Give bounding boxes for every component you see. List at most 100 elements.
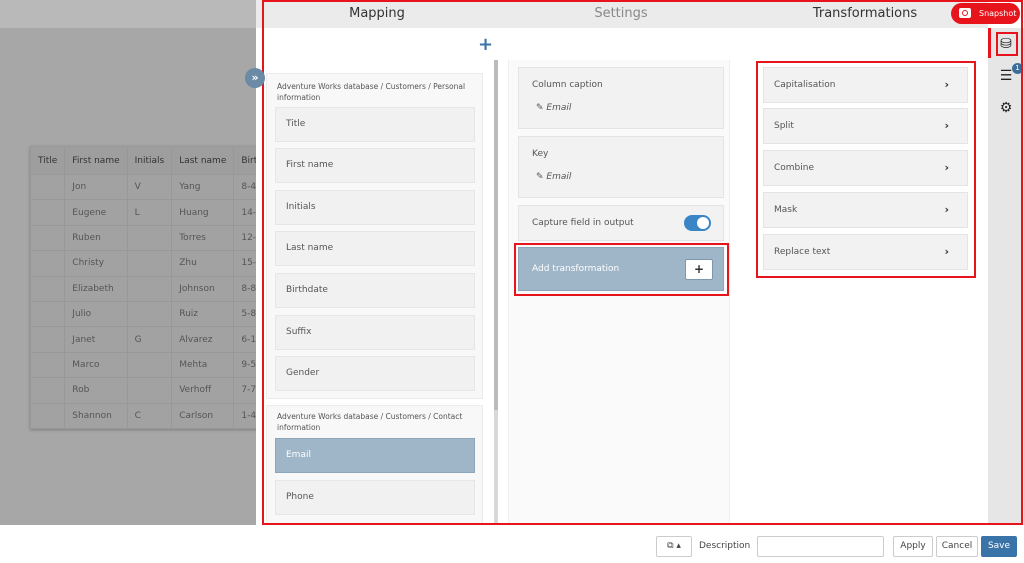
table-row[interactable]: Christy Zhu 15-2-: [29, 250, 277, 277]
column-header: First name: [64, 146, 128, 175]
add-transformation-card[interactable]: Add transformation +: [518, 247, 724, 291]
caption-text: Email: [546, 103, 572, 113]
transformation-item[interactable]: Replace text ›: [763, 234, 968, 270]
chevron-right-icon: ›: [944, 78, 949, 91]
copy-dropdown-button[interactable]: ⧉ ▴: [656, 536, 692, 557]
table-cell: [126, 224, 173, 252]
transformation-label: Split: [774, 121, 794, 131]
chevron-right-icon: ›: [944, 245, 949, 258]
key-card[interactable]: Key ✎ Email: [518, 136, 724, 198]
table-cell: Janet: [64, 326, 128, 353]
table-cell: Christy: [64, 250, 128, 277]
table-cell: [126, 300, 173, 328]
table-cell: L: [126, 199, 173, 226]
table-row[interactable]: Julio Ruiz 5-8-6: [29, 300, 277, 328]
cancel-button[interactable]: Cancel: [936, 536, 978, 557]
chevron-right-icon: ›: [944, 161, 949, 174]
table-cell: [29, 326, 66, 353]
transformation-item[interactable]: Capitalisation ›: [763, 67, 968, 103]
field-item[interactable]: Initials: [275, 190, 475, 225]
table-cell: Jon: [64, 173, 128, 201]
tab-transformations[interactable]: Transformations: [813, 6, 917, 21]
table-cell: Alvarez: [171, 326, 235, 353]
table-cell: [126, 377, 173, 404]
transformation-item[interactable]: Split ›: [763, 108, 968, 144]
add-transformation-label: Add transformation: [532, 264, 620, 274]
table-row[interactable]: Eugene L Huang 14-5-: [29, 199, 277, 226]
transformation-label: Mask: [774, 205, 798, 215]
table-row[interactable]: Shannon C Carlson 1-4-6: [29, 402, 277, 429]
snapshot-button[interactable]: Snapshot: [951, 3, 1020, 24]
field-item[interactable]: Last name: [275, 231, 475, 266]
table-cell: [126, 275, 173, 302]
table-cell: Carlson: [171, 402, 235, 429]
table-cell: [29, 377, 66, 404]
group-title: Adventure Works database / Customers / P…: [277, 82, 466, 102]
gear-icon[interactable]: ⚙: [996, 98, 1016, 118]
table-cell: [29, 351, 66, 379]
scrollbar[interactable]: [494, 60, 498, 525]
table-cell: Torres: [171, 224, 235, 252]
table-cell: Huang: [171, 199, 235, 226]
table-cell: [29, 275, 66, 302]
field-item[interactable]: Suffix: [275, 315, 475, 350]
table-cell: Ruben: [64, 224, 128, 252]
table-cell: Johnson: [171, 275, 235, 302]
apply-button[interactable]: Apply: [893, 536, 933, 557]
pencil-icon: ✎: [536, 103, 547, 113]
description-input[interactable]: [757, 536, 884, 557]
key-label: Key: [532, 149, 549, 159]
table-row[interactable]: Ruben Torres 12-8-: [29, 224, 277, 252]
transformation-item[interactable]: Combine ›: [763, 150, 968, 186]
table-cell: [126, 351, 173, 379]
chevron-right-icon: ›: [944, 203, 949, 216]
table-cell: [29, 250, 66, 277]
add-transformation-button[interactable]: +: [685, 259, 713, 280]
table-cell: [126, 250, 173, 277]
background-toolbar: [0, 0, 256, 28]
table-cell: [29, 199, 66, 226]
add-source-plus-icon[interactable]: +: [478, 34, 493, 55]
column-caption-card[interactable]: Column caption ✎ Email: [518, 67, 724, 129]
table-cell: [29, 402, 66, 429]
table-cell: V: [126, 173, 173, 201]
table-cell: C: [126, 402, 173, 429]
active-indicator: [988, 28, 991, 58]
caption-value[interactable]: ✎ Email: [536, 103, 571, 113]
data-table: Title First name Initials Last name Birt…: [29, 146, 277, 429]
table-row[interactable]: Rob Verhoff 7-7-6: [29, 377, 277, 404]
tab-mapping[interactable]: Mapping: [349, 6, 405, 21]
table-row[interactable]: Jon V Yang 8-4-7: [29, 173, 277, 201]
field-item[interactable]: First name: [275, 148, 475, 183]
footer-bar: ⧉ ▴ Description Apply Cancel Save: [0, 525, 1024, 563]
table-row[interactable]: Janet G Alvarez 6-12-: [29, 326, 277, 353]
field-item[interactable]: Phone: [275, 480, 475, 515]
table-cell: Rob: [64, 377, 128, 404]
save-button[interactable]: Save: [981, 536, 1017, 557]
field-item[interactable]: Title: [275, 107, 475, 142]
database-icon[interactable]: ⛁: [996, 34, 1016, 54]
transformation-item[interactable]: Mask ›: [763, 192, 968, 228]
capture-toggle[interactable]: [684, 215, 711, 231]
tab-bar: Mapping Settings Transformations: [256, 0, 988, 28]
table-cell: Eugene: [64, 199, 128, 226]
table-row[interactable]: Marco Mehta 9-5-6: [29, 351, 277, 379]
table-cell: Shannon: [64, 402, 128, 429]
field-item[interactable]: Email: [275, 438, 475, 473]
description-label: Description: [699, 541, 751, 551]
pencil-icon: ✎: [536, 172, 547, 182]
expand-chevron-icon[interactable]: »: [245, 68, 265, 88]
notification-badge: 1: [1012, 63, 1023, 74]
table-row[interactable]: Elizabeth Johnson 8-8-7: [29, 275, 277, 302]
snapshot-label: Snapshot: [979, 9, 1017, 18]
key-text: Email: [546, 172, 572, 182]
table-cell: Julio: [64, 300, 128, 328]
table-cell: Yang: [171, 173, 235, 201]
scrollbar-thumb[interactable]: [494, 60, 498, 410]
table-cell: [29, 224, 66, 252]
key-value[interactable]: ✎ Email: [536, 172, 571, 182]
field-item[interactable]: Birthdate: [275, 273, 475, 308]
table-cell: [29, 300, 66, 328]
tab-settings[interactable]: Settings: [594, 6, 647, 21]
field-item[interactable]: Gender: [275, 356, 475, 391]
